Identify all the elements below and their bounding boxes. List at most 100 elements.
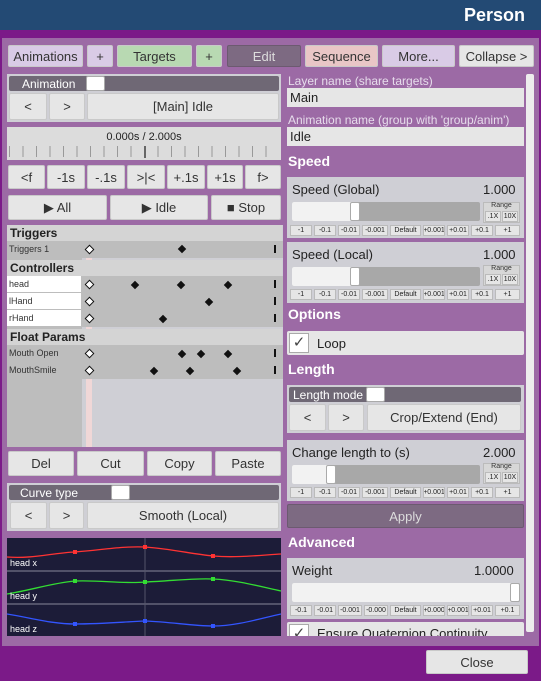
- tab-targets[interactable]: Targets: [117, 45, 192, 67]
- keyframe[interactable]: [223, 280, 233, 290]
- keyframe[interactable]: [232, 366, 242, 376]
- speed-local-range-01x[interactable]: .1X: [485, 274, 501, 285]
- curve-type-slider-knob[interactable]: [111, 485, 130, 500]
- keyframe[interactable]: [84, 365, 95, 376]
- curve-type-dropdown[interactable]: Smooth (Local): [87, 502, 279, 529]
- tab-more[interactable]: More...: [382, 45, 455, 67]
- change-length-step-9[interactable]: +1: [495, 487, 520, 498]
- speed-global-step-6[interactable]: +0.001: [423, 225, 445, 236]
- copy-button[interactable]: Copy: [147, 451, 212, 476]
- speed-global-step-2[interactable]: -0.1: [314, 225, 336, 236]
- close-button[interactable]: Close: [426, 650, 528, 674]
- speed-global-slider-knob[interactable]: [350, 202, 360, 221]
- keyframe[interactable]: [84, 296, 95, 307]
- change-length-range-10x[interactable]: 10X: [502, 472, 518, 483]
- speed-local-step-6[interactable]: +0.001: [423, 289, 445, 300]
- speed-local-step-2[interactable]: -0.1: [314, 289, 336, 300]
- collapse-button[interactable]: Collapse >: [459, 45, 534, 67]
- track-row-mouth-smile[interactable]: MouthSmile: [7, 362, 283, 379]
- next-animation-button[interactable]: >: [49, 93, 85, 120]
- track-row-head[interactable]: head: [7, 276, 283, 293]
- keyframe[interactable]: [149, 366, 159, 376]
- tab-sequence[interactable]: Sequence: [305, 45, 378, 67]
- weight-step-2[interactable]: -0.01: [314, 605, 336, 616]
- weight-step-3[interactable]: -0.001: [338, 605, 362, 616]
- play-all-button[interactable]: ▶ All: [8, 195, 107, 220]
- keyframe[interactable]: [84, 244, 95, 255]
- speed-local-range-10x[interactable]: 10X: [502, 274, 518, 285]
- weight-default[interactable]: Default: [390, 605, 421, 616]
- speed-local-step-1[interactable]: -1: [290, 289, 312, 300]
- speed-local-step-9[interactable]: +1: [495, 289, 520, 300]
- keyframe[interactable]: [84, 348, 95, 359]
- snap-button[interactable]: >|<: [127, 165, 165, 189]
- speed-local-step-8[interactable]: +0.1: [471, 289, 493, 300]
- keyframe[interactable]: [84, 279, 95, 290]
- change-length-step-7[interactable]: +0.01: [447, 487, 469, 498]
- speed-global-step-8[interactable]: +0.1: [471, 225, 493, 236]
- speed-local-step-3[interactable]: -0.01: [338, 289, 360, 300]
- tab-edit[interactable]: Edit: [227, 45, 301, 67]
- keyframe[interactable]: [223, 349, 233, 359]
- speed-global-step-3[interactable]: -0.01: [338, 225, 360, 236]
- curve-graph[interactable]: head x head y head z: [7, 538, 281, 636]
- weight-step-1[interactable]: -0.1: [290, 605, 312, 616]
- track-row-rhand[interactable]: rHand: [7, 310, 283, 327]
- track-row-triggers1[interactable]: Triggers 1: [7, 241, 283, 258]
- change-length-step-2[interactable]: -0.1: [314, 487, 336, 498]
- speed-local-default[interactable]: Default: [390, 289, 421, 300]
- speed-local-step-4[interactable]: -0.001: [362, 289, 388, 300]
- paste-button[interactable]: Paste: [215, 451, 281, 476]
- play-idle-button[interactable]: ▶ Idle: [110, 195, 208, 220]
- speed-global-step-9[interactable]: +1: [495, 225, 520, 236]
- keyframe[interactable]: [130, 280, 140, 290]
- previous-curve-type-button[interactable]: <: [10, 502, 47, 529]
- speed-global-step-7[interactable]: +0.01: [447, 225, 469, 236]
- animation-name-input[interactable]: Idle: [287, 127, 524, 146]
- speed-local-slider-knob[interactable]: [350, 267, 360, 286]
- length-mode-dropdown[interactable]: Crop/Extend (End): [367, 404, 521, 431]
- weight-step-8[interactable]: +0.01: [471, 605, 493, 616]
- change-length-range-01x[interactable]: .1X: [485, 472, 501, 483]
- keyframe[interactable]: [158, 314, 168, 324]
- cut-button[interactable]: Cut: [77, 451, 144, 476]
- previous-animation-button[interactable]: <: [9, 93, 47, 120]
- animation-name-dropdown[interactable]: [Main] Idle: [87, 93, 279, 120]
- weight-step-4[interactable]: -0.000: [364, 605, 388, 616]
- keyframe[interactable]: [84, 313, 95, 324]
- weight-step-7[interactable]: +0.001: [447, 605, 469, 616]
- speed-local-step-7[interactable]: +0.01: [447, 289, 469, 300]
- keyframe[interactable]: [196, 349, 206, 359]
- apply-button[interactable]: Apply: [287, 504, 524, 528]
- track-row-mouth-open[interactable]: Mouth Open: [7, 345, 283, 362]
- tab-animations[interactable]: Animations: [8, 45, 83, 67]
- keyframe[interactable]: [176, 280, 186, 290]
- loop-checkbox[interactable]: ✓: [289, 333, 309, 353]
- change-length-step-6[interactable]: +0.001: [423, 487, 445, 498]
- speed-global-step-4[interactable]: -0.001: [362, 225, 388, 236]
- keyframe[interactable]: [177, 244, 187, 254]
- speed-global-default[interactable]: Default: [390, 225, 421, 236]
- change-length-step-4[interactable]: -0.001: [362, 487, 388, 498]
- animation-slider-knob[interactable]: [86, 76, 105, 91]
- keyframe[interactable]: [185, 366, 195, 376]
- step-forward-01s-button[interactable]: +.1s: [167, 165, 205, 189]
- change-length-step-3[interactable]: -0.01: [338, 487, 360, 498]
- weight-step-9[interactable]: +0.1: [495, 605, 520, 616]
- next-curve-type-button[interactable]: >: [49, 502, 84, 529]
- next-length-mode-button[interactable]: >: [328, 404, 364, 431]
- add-animation-button[interactable]: +: [87, 45, 113, 67]
- change-length-slider-knob[interactable]: [326, 465, 336, 484]
- length-mode-slider-knob[interactable]: [366, 387, 385, 402]
- step-back-1s-button[interactable]: -1s: [47, 165, 85, 189]
- previous-length-mode-button[interactable]: <: [289, 404, 326, 431]
- speed-global-step-1[interactable]: -1: [290, 225, 312, 236]
- step-forward-1s-button[interactable]: +1s: [207, 165, 243, 189]
- keyframe[interactable]: [204, 297, 214, 307]
- weight-slider-knob[interactable]: [510, 583, 520, 602]
- right-scrollbar-thumb[interactable]: [526, 74, 534, 632]
- step-back-01s-button[interactable]: -.1s: [87, 165, 125, 189]
- change-length-step-1[interactable]: -1: [290, 487, 312, 498]
- change-length-default[interactable]: Default: [390, 487, 421, 498]
- quaternion-checkbox[interactable]: ✓: [289, 624, 309, 636]
